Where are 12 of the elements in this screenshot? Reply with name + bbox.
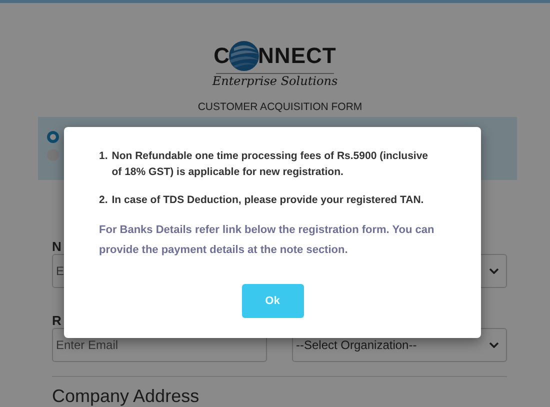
list-number: 2. [99, 193, 108, 208]
note-text: For Banks Details refer link below the registration form. You can provide the payment details at the note section. [99, 223, 436, 258]
logo-text: NNECT [258, 43, 336, 69]
notice-text: In case of TDS Deduction, please provide your registered TAN. [112, 193, 424, 208]
list-number: 1. [99, 149, 108, 164]
form-title: CUSTOMER ACQUISITION FORM [196, 101, 364, 113]
field-label: N [52, 240, 62, 254]
logo-tagline: Enterprise Solutions [212, 74, 338, 89]
section-heading: Company Address [52, 386, 200, 407]
field-label: R [52, 314, 62, 328]
notice-text: Non Refundable one time processing fees of Rs.5900 (inclusive of 18% GST) is applicable for new registration. [112, 149, 430, 180]
logo-text: C [214, 43, 230, 69]
